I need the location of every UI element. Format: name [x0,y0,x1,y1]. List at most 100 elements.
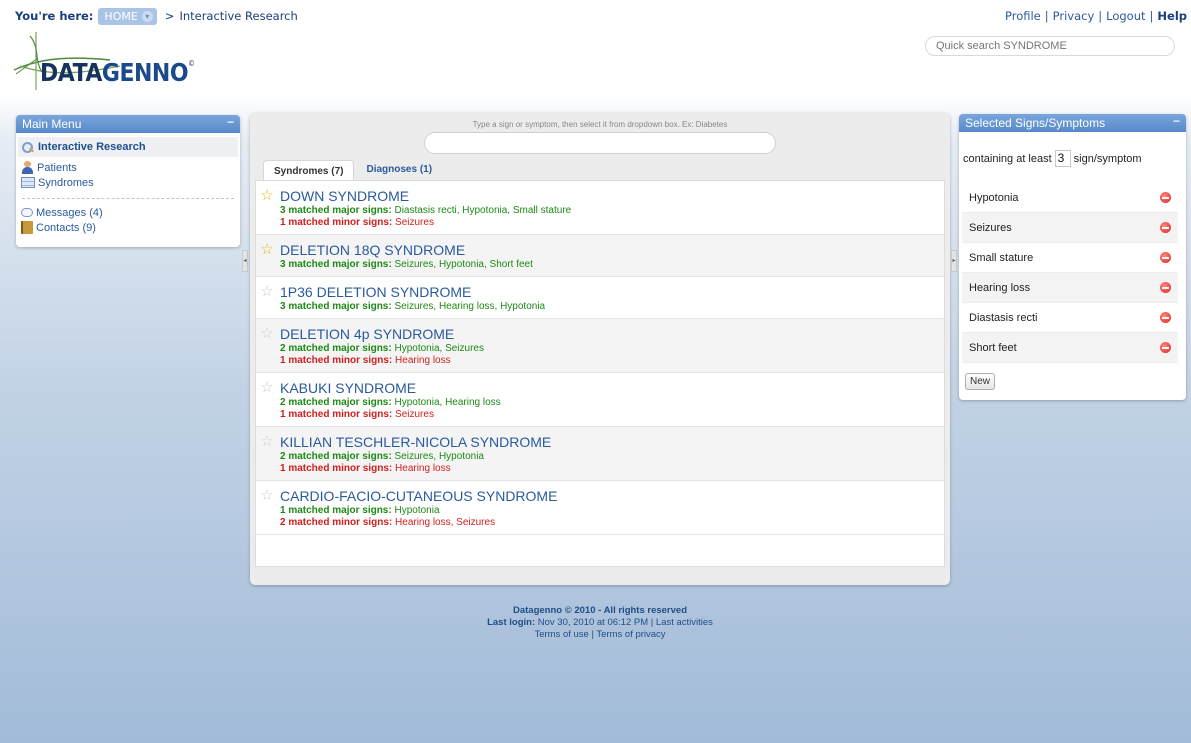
minor-signs-label: 1 matched minor signs: [280,355,393,366]
major-signs: 3 matched major signs: Diastasis recti, … [259,205,944,217]
threshold-row: containing at least 3 sign/symptom [959,150,1186,167]
main-menu-header: Main Menu − [16,115,240,133]
minor-signs-label: 2 matched minor signs: [280,517,393,528]
terms-of-privacy-link[interactable]: Terms of privacy [596,629,665,640]
tab-syndromes[interactable]: Syndromes (7) [263,160,355,181]
link-separator: | [1149,9,1154,23]
link-separator: | [1044,9,1049,23]
syndrome-link[interactable]: CARDIO-FACIO-CUTANEOUS SYNDROME [280,488,557,504]
logout-link[interactable]: Logout [1106,9,1145,23]
syndrome-link[interactable]: DOWN SYNDROME [280,188,409,204]
syndrome-link[interactable]: KABUKI SYNDROME [280,380,416,396]
main-menu-collapse-button[interactable]: − [227,115,234,129]
help-link[interactable]: Help [1157,9,1187,23]
remove-icon[interactable] [1160,312,1171,323]
sign-label: Seizures [969,221,1012,234]
footer-last-login: Last login: Nov 30, 2010 at 06:12 PM | L… [250,617,950,629]
chevron-down-icon: ▾ [141,10,153,22]
major-signs-values: Seizures, Hypotonia [394,451,484,462]
minor-signs-label: 1 matched minor signs: [280,409,393,420]
speech-bubble-icon [21,208,33,217]
syndrome-link[interactable]: 1P36 DELETION SYNDROME [280,284,471,300]
selected-signs-collapse-button[interactable]: − [1173,114,1180,128]
list-item: ☆ CARDIO-FACIO-CUTANEOUS SYNDROME 1 match… [256,481,944,535]
major-signs-label: 3 matched major signs: [280,259,392,270]
star-empty-icon[interactable]: ☆ [259,326,275,341]
breadcrumb: You're here: HOME ▾ > Interactive Resear… [15,6,298,26]
list-item: Diastasis recti [962,303,1178,333]
minor-signs-values: Hearing loss [395,463,451,474]
minor-signs-values: Hearing loss, Seizures [395,517,496,528]
list-item: ☆ KILLIAN TESCHLER-NICOLA SYNDROME 2 matc… [256,427,944,481]
sign-label: Hypotonia [969,191,1019,204]
remove-icon[interactable] [1160,282,1171,293]
major-signs: 1 matched major signs: Hypotonia [259,505,944,517]
sign-label: Hearing loss [969,281,1031,294]
breadcrumb-separator: > [164,9,175,23]
star-empty-icon[interactable]: ☆ [259,488,275,503]
star-filled-icon[interactable]: ☆ [259,188,275,203]
privacy-link[interactable]: Privacy [1053,9,1095,23]
home-label: HOME [104,9,138,23]
menu-item-syndromes[interactable]: Syndromes [16,175,240,190]
star-filled-icon[interactable]: ☆ [259,242,275,257]
list-item: Hypotonia [962,183,1178,213]
major-signs-label: 2 matched major signs: [280,343,392,354]
list-item: Short feet [962,333,1178,363]
terms-of-use-link[interactable]: Terms of use [534,629,588,640]
symptom-search-input[interactable] [424,132,776,154]
breadcrumb-prefix: You're here: [15,9,94,23]
list-item: Seizures [962,213,1178,243]
major-signs-label: 3 matched major signs: [280,205,392,216]
minor-signs: 2 matched minor signs: Hearing loss, Sei… [259,517,944,529]
star-empty-icon[interactable]: ☆ [259,434,275,449]
left-panel-toggle[interactable]: ◂ [242,250,248,272]
user-icon [21,161,34,174]
sign-label: Diastasis recti [969,311,1038,324]
selected-signs-header: Selected Signs/Symptoms − [959,114,1186,132]
menu-item-label: Syndromes [38,176,94,189]
major-signs-values: Hypotonia [394,505,440,516]
right-panel-toggle[interactable]: ▸ [951,250,957,272]
star-empty-icon[interactable]: ☆ [259,380,275,395]
menu-item-label: Patients [37,161,77,174]
footer-separator: | [591,629,594,640]
link-separator: | [1098,9,1103,23]
menu-item-interactive-research[interactable]: Interactive Research [18,137,238,157]
syndrome-link[interactable]: KILLIAN TESCHLER-NICOLA SYNDROME [280,434,551,450]
minor-signs: 1 matched minor signs: Seizures [259,409,944,421]
remove-icon[interactable] [1160,252,1171,263]
major-signs: 3 matched major signs: Seizures, Hearing… [259,301,944,313]
quick-search-input[interactable] [925,36,1175,56]
menu-item-contacts[interactable]: Contacts (9) [16,220,240,235]
menu-item-messages[interactable]: Messages (4) [16,205,240,220]
threshold-prefix: containing at least [963,152,1052,165]
star-empty-icon[interactable]: ☆ [259,284,275,299]
sign-label: Short feet [969,341,1017,354]
search-icon [21,141,34,154]
new-button[interactable]: New [965,373,996,390]
major-signs-label: 1 matched major signs: [280,505,392,516]
selected-signs-panel: Selected Signs/Symptoms − containing at … [959,114,1186,400]
threshold-input[interactable]: 3 [1054,150,1071,167]
remove-icon[interactable] [1160,192,1171,203]
search-hint: Type a sign or symptom, then select it f… [472,120,728,129]
syndrome-link[interactable]: DELETION 18Q SYNDROME [280,242,465,258]
menu-item-patients[interactable]: Patients [16,160,240,175]
menu-item-label: Contacts (9) [36,221,96,234]
remove-icon[interactable] [1160,222,1171,233]
tab-diagnoses[interactable]: Diagnoses (1) [356,160,442,181]
major-signs-values: Seizures, Hearing loss, Hypotonia [394,301,546,312]
datagenno-logo[interactable]: DATAGENNO© [10,30,195,98]
main-menu-panel: Main Menu − Interactive Research Patient… [16,115,240,247]
syndrome-link[interactable]: DELETION 4p SYNDROME [280,326,454,342]
profile-link[interactable]: Profile [1005,9,1041,23]
home-dropdown[interactable]: HOME ▾ [98,7,157,25]
remove-icon[interactable] [1160,342,1171,353]
address-book-icon [21,221,33,234]
list-item: Hearing loss [962,273,1178,303]
last-login-value: Nov 30, 2010 at 06:12 PM | Last activiti… [537,617,713,628]
sign-label: Small stature [969,251,1034,264]
list-item: ☆ DOWN SYNDROME 3 matched major signs: Di… [256,181,944,235]
logo-text-a: DATA [40,59,102,88]
